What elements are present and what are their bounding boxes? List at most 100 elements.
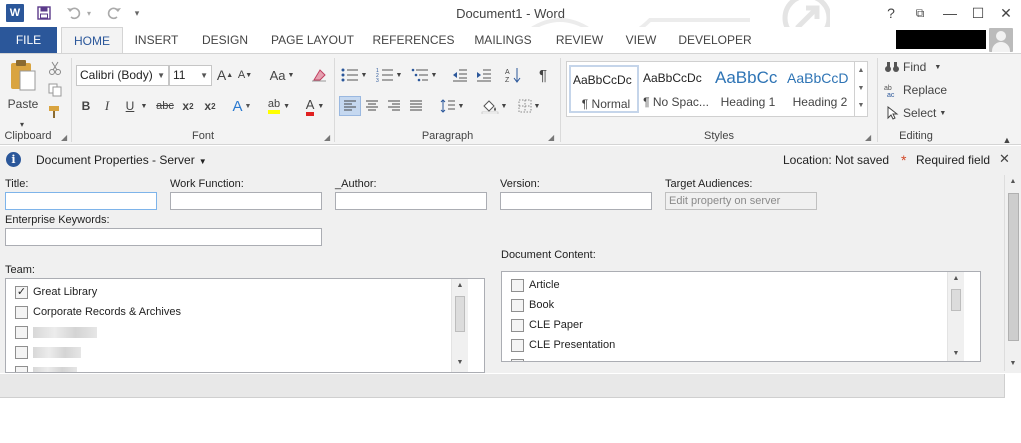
- justify-icon[interactable]: [406, 96, 426, 116]
- select-button[interactable]: Select ▼: [884, 103, 954, 123]
- style-heading-1[interactable]: AaBbCc Heading 1: [713, 65, 783, 113]
- styles-launcher-icon[interactable]: ◢: [865, 133, 871, 142]
- font-launcher-icon[interactable]: ◢: [324, 133, 330, 142]
- list-item[interactable]: ✓ Great Library: [15, 283, 97, 301]
- tab-file[interactable]: FILE: [0, 27, 57, 53]
- list-item-redacted[interactable]: [15, 363, 77, 372]
- style-no-spacing[interactable]: AaBbCcDc ¶ No Spac...: [641, 65, 711, 113]
- document-properties-menu[interactable]: Document Properties - Server ▼: [36, 153, 207, 167]
- enterprise-keywords-input[interactable]: [5, 228, 322, 246]
- style-heading-2[interactable]: AaBbCcD Heading 2: [785, 65, 855, 113]
- list-item[interactable]: Article: [511, 276, 560, 294]
- tab-developer[interactable]: DEVELOPER: [675, 27, 755, 53]
- team-listbox[interactable]: ✓ Great Library Corporate Records & Archi…: [5, 278, 485, 373]
- checkbox[interactable]: [511, 338, 524, 352]
- shading-button[interactable]: ▼: [478, 96, 510, 116]
- sort-icon[interactable]: AZ: [503, 65, 523, 85]
- borders-button[interactable]: ▼: [514, 96, 544, 116]
- scroll-up-icon[interactable]: ▲: [452, 279, 468, 293]
- grow-font-button[interactable]: A ▲: [216, 65, 234, 85]
- format-painter-icon[interactable]: [45, 102, 65, 122]
- underline-dropdown-icon[interactable]: ▼: [140, 96, 148, 116]
- font-color-button[interactable]: A ▼: [300, 96, 330, 116]
- shrink-font-button[interactable]: A ▼: [236, 65, 254, 85]
- chevron-down-icon[interactable]: ▼: [855, 80, 867, 98]
- text-effects-button[interactable]: A ▼: [230, 96, 254, 116]
- clipboard-launcher-icon[interactable]: ◢: [61, 133, 67, 142]
- scroll-thumb[interactable]: [1008, 193, 1019, 341]
- underline-button[interactable]: U: [122, 96, 138, 116]
- document-content-scrollbar[interactable]: ▲ ▼: [947, 272, 964, 361]
- scroll-up-icon[interactable]: ▲: [948, 272, 964, 286]
- change-case-button[interactable]: Aa ▼: [266, 65, 298, 85]
- align-left-icon[interactable]: [339, 96, 361, 116]
- style-normal[interactable]: AaBbCcDc ¶ Normal: [569, 65, 639, 113]
- properties-panel-scrollbar[interactable]: ▲ ▼: [1004, 175, 1021, 371]
- tab-review[interactable]: REVIEW: [552, 27, 607, 53]
- paragraph-launcher-icon[interactable]: ◢: [548, 133, 554, 142]
- scroll-down-icon[interactable]: ▼: [1005, 357, 1021, 371]
- close-button[interactable]: ✕: [994, 3, 1018, 23]
- list-item[interactable]: Book: [511, 296, 554, 314]
- list-item-partial[interactable]: [511, 356, 529, 361]
- list-item-redacted[interactable]: [15, 323, 97, 341]
- maximize-button[interactable]: ☐: [966, 3, 990, 23]
- font-size-combo[interactable]: 11 ▼: [169, 65, 212, 86]
- target-audiences-input[interactable]: Edit property on server: [665, 192, 817, 210]
- cut-icon[interactable]: [45, 58, 65, 78]
- align-right-icon[interactable]: [384, 96, 404, 116]
- numbering-button[interactable]: 1 2 3 ▼: [374, 65, 404, 85]
- checkbox[interactable]: [511, 298, 524, 312]
- close-document-properties-button[interactable]: ✕: [999, 151, 1010, 167]
- redacted-user-name[interactable]: [896, 30, 986, 49]
- tab-home[interactable]: HOME: [61, 27, 123, 53]
- highlight-button[interactable]: ab ▼: [263, 96, 295, 116]
- checkbox[interactable]: [15, 325, 28, 339]
- font-name-combo[interactable]: Calibri (Body) ▼: [76, 65, 169, 86]
- user-avatar[interactable]: [989, 28, 1013, 52]
- scroll-down-icon[interactable]: ▼: [948, 347, 964, 361]
- minimize-button[interactable]: —: [938, 3, 962, 23]
- checkbox[interactable]: [15, 365, 28, 372]
- line-spacing-button[interactable]: ▼: [437, 96, 467, 116]
- decrease-indent-icon[interactable]: [450, 65, 470, 85]
- scroll-down-icon[interactable]: ▼: [452, 356, 468, 370]
- tab-page-layout[interactable]: PAGE LAYOUT: [265, 27, 360, 53]
- subscript-button[interactable]: x2: [179, 96, 197, 116]
- strikethrough-button[interactable]: abc: [154, 96, 176, 116]
- ribbon-display-options-button[interactable]: ⧉: [908, 3, 932, 23]
- tab-mailings[interactable]: MAILINGS: [467, 27, 539, 53]
- list-item[interactable]: Corporate Records & Archives: [15, 303, 181, 321]
- bullets-button[interactable]: ▼: [339, 65, 369, 85]
- checkbox[interactable]: [511, 358, 524, 361]
- document-content-listbox[interactable]: Article Book CLE Paper CLE Presentation …: [501, 271, 981, 362]
- multilevel-list-button[interactable]: ▼: [409, 65, 439, 85]
- italic-button[interactable]: I: [99, 96, 115, 116]
- show-hide-marks-button[interactable]: ¶: [533, 65, 553, 85]
- styles-gallery-scroll[interactable]: ▲ ▼ ▼: [854, 62, 867, 116]
- increase-indent-icon[interactable]: [474, 65, 494, 85]
- checkbox[interactable]: [15, 345, 28, 359]
- checkbox-checked[interactable]: ✓: [15, 285, 28, 299]
- list-item[interactable]: CLE Paper: [511, 316, 583, 334]
- find-button[interactable]: Find ▼: [884, 57, 954, 77]
- tab-design[interactable]: DESIGN: [195, 27, 255, 53]
- tab-references[interactable]: REFERENCES: [370, 27, 457, 53]
- checkbox[interactable]: [511, 278, 524, 292]
- chevron-up-icon[interactable]: ▲: [855, 62, 867, 80]
- checkbox[interactable]: [15, 305, 28, 319]
- more-styles-icon[interactable]: ▼: [855, 98, 867, 114]
- bold-button[interactable]: B: [78, 96, 94, 116]
- scroll-thumb[interactable]: [455, 296, 465, 332]
- tab-insert[interactable]: INSERT: [128, 27, 185, 53]
- tab-view[interactable]: VIEW: [617, 27, 665, 53]
- paste-icon[interactable]: [8, 59, 38, 93]
- work-function-input[interactable]: [170, 192, 322, 210]
- clear-formatting-icon[interactable]: [309, 65, 329, 85]
- replace-button[interactable]: ab ac Replace: [884, 80, 954, 100]
- superscript-button[interactable]: x2: [201, 96, 219, 116]
- list-item[interactable]: CLE Presentation: [511, 336, 615, 354]
- scroll-thumb[interactable]: [951, 289, 961, 311]
- align-center-icon[interactable]: [362, 96, 382, 116]
- team-listbox-scrollbar[interactable]: ▲ ▼: [451, 279, 468, 372]
